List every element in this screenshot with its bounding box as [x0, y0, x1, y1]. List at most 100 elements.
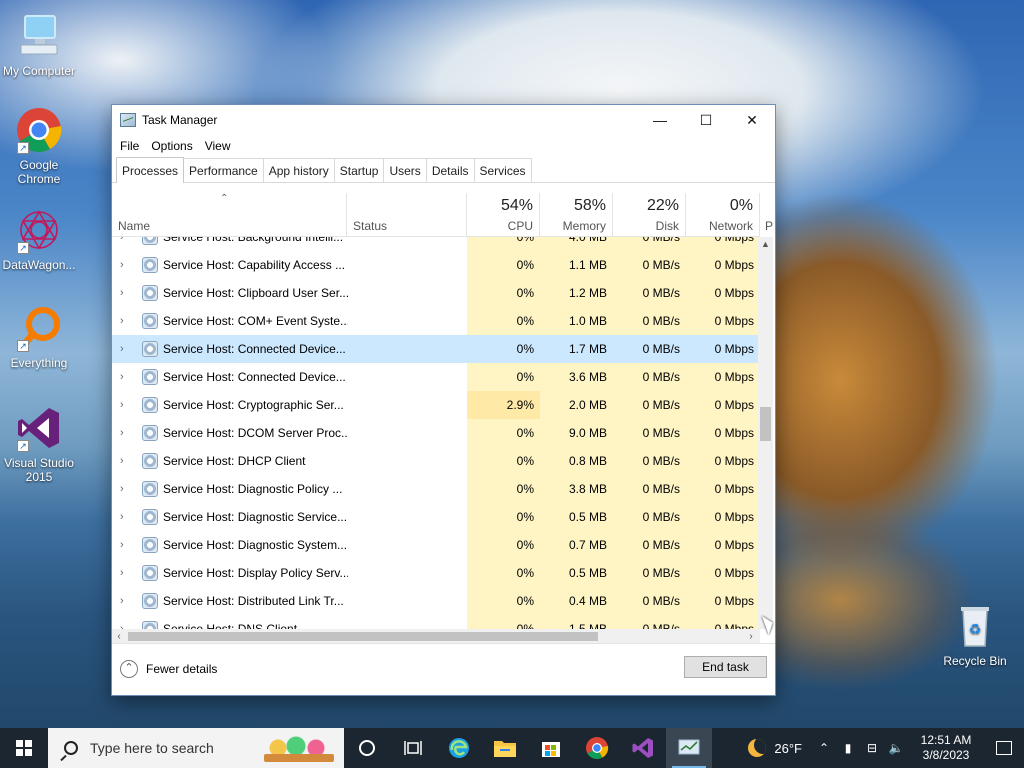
taskbar-visual-studio[interactable]	[620, 728, 666, 768]
table-row[interactable]: › Service Host: Diagnostic Service... 0% 0.…	[112, 503, 760, 531]
horizontal-scroll-thumb[interactable]	[128, 632, 598, 641]
taskbar-microsoft-store[interactable]	[528, 728, 574, 768]
close-button[interactable]: ✕	[729, 105, 775, 135]
start-button[interactable]	[0, 728, 48, 768]
taskbar-edge[interactable]	[436, 728, 482, 768]
task-view-button[interactable]	[390, 728, 436, 768]
taskbar-task-manager[interactable]	[666, 728, 712, 768]
expand-chevron-icon[interactable]: ›	[120, 511, 124, 523]
network-value: 0 Mbps	[686, 559, 760, 587]
expand-chevron-icon[interactable]: ›	[120, 343, 124, 355]
expand-chevron-icon[interactable]: ›	[120, 237, 124, 243]
expand-chevron-icon[interactable]: ›	[120, 371, 124, 383]
folder-icon	[494, 741, 516, 757]
desktop-icon-datawagon[interactable]: ↗ DataWagon...	[0, 206, 81, 272]
vertical-scroll-thumb[interactable]	[760, 407, 771, 441]
notification-center-button[interactable]	[984, 728, 1024, 768]
table-row[interactable]: › Service Host: Connected Device... 0% 1.7 …	[112, 335, 760, 363]
disk-value: 0 MB/s	[613, 335, 686, 363]
expand-chevron-icon[interactable]: ›	[120, 567, 124, 579]
network-value: 0 Mbps	[686, 503, 760, 531]
tab-users[interactable]: Users	[383, 158, 427, 182]
column-header-cpu[interactable]: 54% CPU	[467, 193, 540, 237]
column-header-power[interactable]: P	[760, 193, 775, 237]
desktop-icon-label: Google Chrome	[17, 158, 61, 186]
end-task-button[interactable]: End task	[684, 656, 767, 678]
disk-value: 0 MB/s	[613, 503, 686, 531]
scroll-up-icon[interactable]: ▲	[758, 239, 773, 249]
tab-processes[interactable]: Processes	[116, 157, 185, 183]
maximize-button[interactable]: ☐	[683, 105, 729, 135]
scroll-right-icon[interactable]: ›	[744, 629, 758, 644]
column-header-network[interactable]: 0% Network	[686, 193, 760, 237]
tab-performance[interactable]: Performance	[183, 158, 264, 182]
column-header-status[interactable]: Status	[347, 193, 467, 237]
horizontal-scrollbar[interactable]: ‹ ›	[112, 629, 760, 644]
expand-chevron-icon[interactable]: ›	[120, 259, 124, 271]
taskbar-clock[interactable]: 12:51 AM 3/8/2023	[908, 733, 984, 763]
process-name: Service Host: Diagnostic System...	[163, 538, 348, 552]
table-row[interactable]: › Service Host: Diagnostic Policy ... 0% 3.…	[112, 475, 760, 503]
table-row[interactable]: › Service Host: DHCP Client 0% 0.8 MB 0 MB/s…	[112, 447, 760, 475]
weather-temperature: 26°F	[774, 740, 802, 756]
cpu-value: 0%	[467, 307, 540, 335]
desktop-icon-everything[interactable]: ↗ Everything	[0, 304, 81, 370]
title-bar[interactable]: Task Manager — ☐ ✕	[112, 105, 775, 135]
taskbar-search-box[interactable]: Type here to search	[48, 728, 344, 768]
taskbar-file-explorer[interactable]	[482, 728, 528, 768]
table-row[interactable]: › Service Host: Distributed Link Tr... 0% 0…	[112, 587, 760, 615]
process-name: Service Host: Capability Access ...	[163, 258, 346, 272]
desktop-icon-google-chrome[interactable]: ↗ Google Chrome	[0, 106, 81, 186]
scroll-left-icon[interactable]: ‹	[112, 629, 126, 644]
expand-chevron-icon[interactable]: ›	[120, 455, 124, 467]
desktop-icon-recycle-bin[interactable]: ♻ Recycle Bin	[933, 602, 1017, 668]
expand-chevron-icon[interactable]: ›	[120, 315, 124, 327]
column-header-disk[interactable]: 22% Disk	[613, 193, 686, 237]
table-row[interactable]: › Service Host: DNS Client 0% 1.5 MB 0 MB/s 0…	[112, 615, 760, 629]
expand-chevron-icon[interactable]: ›	[120, 427, 124, 439]
expand-chevron-icon[interactable]: ›	[120, 483, 124, 495]
process-name: Service Host: DHCP Client	[163, 454, 306, 468]
table-row[interactable]: › Service Host: Diagnostic System... 0% 0.7…	[112, 531, 760, 559]
chevron-up-icon: ⌃	[120, 660, 138, 678]
column-header-memory[interactable]: 58% Memory	[540, 193, 613, 237]
weather-widget[interactable]: 26°F	[748, 739, 802, 757]
table-row[interactable]: › Service Host: Connected Device... 0% 3.6 …	[112, 363, 760, 391]
tab-details[interactable]: Details	[425, 158, 475, 182]
expand-chevron-icon[interactable]: ›	[120, 287, 124, 299]
table-row[interactable]: › Service Host: Background Intelli... 0% 4.…	[112, 237, 760, 251]
desktop-icon-visual-studio[interactable]: ↗ Visual Studio 2015	[0, 404, 81, 484]
table-row[interactable]: › Service Host: Capability Access ... 0% 1.…	[112, 251, 760, 279]
minimize-button[interactable]: —	[637, 105, 683, 135]
table-row[interactable]: › Service Host: DCOM Server Proc... 0% 9.0 …	[112, 419, 760, 447]
table-row[interactable]: › Service Host: COM+ Event Syste... 0% 1.0 …	[112, 307, 760, 335]
chevron-up-icon[interactable]: ⌃	[812, 741, 836, 755]
taskbar-chrome[interactable]	[574, 728, 620, 768]
process-rows: › Service Host: Background Intelli... 0% 4.…	[112, 237, 760, 629]
column-header-name[interactable]: Name	[112, 193, 347, 237]
expand-chevron-icon[interactable]: ›	[120, 539, 124, 551]
vertical-scrollbar[interactable]: ▲	[758, 237, 773, 629]
tab-app-history[interactable]: App history	[262, 158, 335, 182]
network-value: 0 Mbps	[686, 615, 760, 629]
tab-startup[interactable]: Startup	[333, 158, 385, 182]
cortana-button[interactable]	[344, 728, 390, 768]
process-name: Service Host: Clipboard User Ser...	[163, 286, 348, 300]
tab-services[interactable]: Services	[473, 158, 532, 182]
menu-file[interactable]: File	[114, 139, 145, 153]
memory-value: 1.7 MB	[540, 335, 613, 363]
service-gear-icon	[142, 257, 158, 273]
network-icon[interactable]: ⊟	[860, 741, 884, 755]
table-row[interactable]: › Service Host: Display Policy Serv... 0% 0…	[112, 559, 760, 587]
desktop-icon-my-computer[interactable]: My Computer	[0, 12, 81, 78]
tablet-icon[interactable]: ▮	[836, 741, 860, 755]
expand-chevron-icon[interactable]: ›	[120, 595, 124, 607]
table-row[interactable]: › Service Host: Cryptographic Ser... 2.9% 2…	[112, 391, 760, 419]
table-row[interactable]: › Service Host: Clipboard User Ser... 0% 1.…	[112, 279, 760, 307]
volume-icon[interactable]: 🔈	[884, 741, 908, 755]
menu-view[interactable]: View	[199, 139, 237, 153]
network-value: 0 Mbps	[686, 363, 760, 391]
expand-chevron-icon[interactable]: ›	[120, 399, 124, 411]
fewer-details-button[interactable]: ⌃ Fewer details	[120, 660, 217, 678]
menu-options[interactable]: Options	[145, 139, 198, 153]
